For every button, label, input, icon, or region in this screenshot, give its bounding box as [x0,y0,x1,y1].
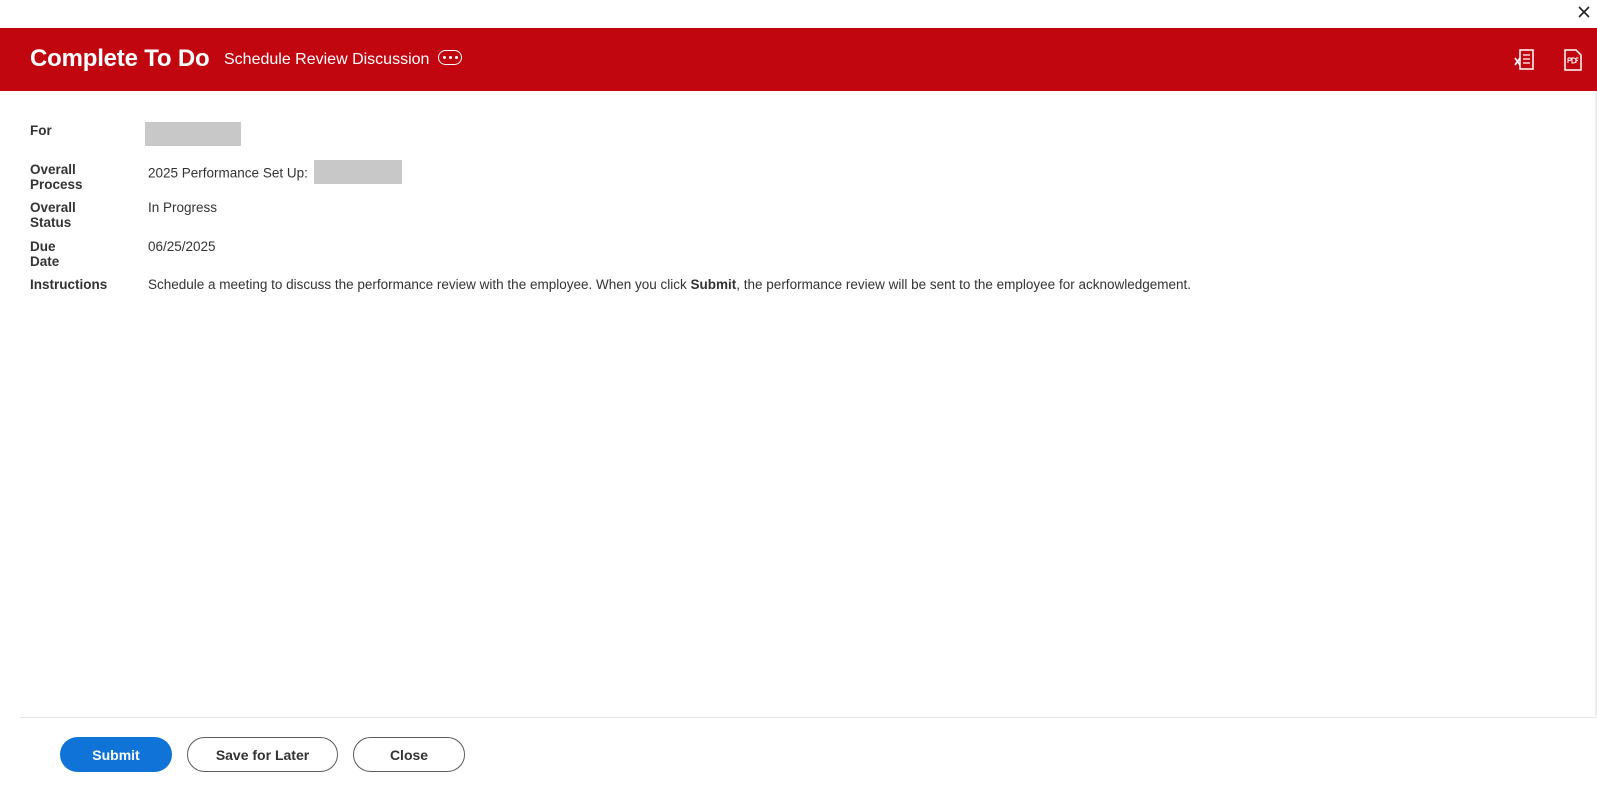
due-date-value: 06/25/2025 [148,238,216,254]
close-button[interactable]: Close [353,737,465,772]
excel-export-icon[interactable] [1514,48,1536,72]
save-for-later-button[interactable]: Save for Later [187,737,338,772]
more-ellipsis-icon[interactable] [438,50,462,65]
pdf-export-icon[interactable] [1562,48,1584,72]
instructions-text-after: , the performance review will be sent to… [736,277,1192,292]
instructions-label: Instructions [30,277,108,292]
submit-button[interactable]: Submit [60,737,172,772]
overall-status-label: Overall Status [30,200,76,230]
overall-process-label: Overall Process [30,161,83,192]
redacted-name [145,122,241,146]
overall-process-value[interactable]: 2025 Performance Set Up: [148,159,402,186]
task-subtitle: Schedule Review Discussion [224,51,430,68]
page-title: Complete To Do [30,45,210,72]
footer-divider [20,717,1597,718]
close-icon[interactable] [1575,3,1593,21]
instructions-text: Schedule a meeting to discuss the perfor… [148,277,1191,292]
instructions-text-bold: Submit [690,277,737,292]
instructions-text-before: Schedule a meeting to discuss the perfor… [148,277,691,292]
for-label: For [30,123,52,138]
page-header: Complete To Do Schedule Review Discussio… [0,28,1597,91]
overall-process-text: 2025 Performance Set Up: [148,165,312,181]
due-date-label: Due Date [30,238,60,269]
overall-status-value: In Progress [148,200,218,215]
redacted-process-name [313,159,402,184]
